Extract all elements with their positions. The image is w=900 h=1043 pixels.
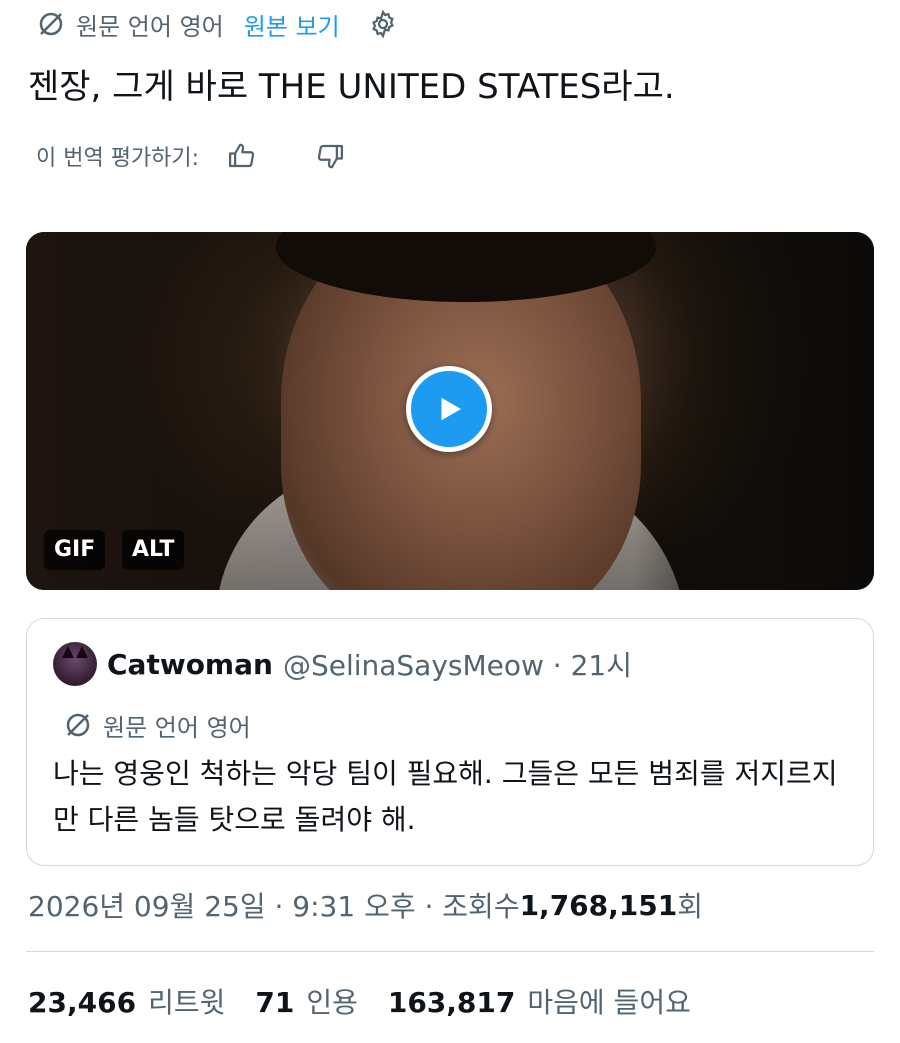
gear-icon[interactable]: [368, 9, 398, 39]
play-button[interactable]: [406, 366, 492, 452]
rate-translation-bar: 이 번역 평가하기:: [36, 134, 345, 178]
tweet-meta: 2026년 09월 25일 · 9:31 오후 · 조회수 1,768,151 …: [28, 880, 703, 930]
retweet-label: 리트윗: [148, 986, 226, 1019]
avatar[interactable]: [53, 642, 97, 686]
play-icon: [441, 397, 461, 421]
view-original-link[interactable]: 원본 보기: [244, 7, 340, 42]
alt-text-badge[interactable]: ALT: [122, 530, 185, 570]
rate-translation-label: 이 번역 평가하기:: [36, 146, 200, 171]
quoted-author-name[interactable]: Catwoman: [107, 648, 273, 681]
divider: [26, 951, 874, 952]
quoted-source-language-label: 원문 언어 영어: [103, 713, 251, 742]
translation-bar: 원문 언어 영어 원본 보기: [36, 4, 398, 44]
gif-media[interactable]: GIF ALT: [26, 232, 874, 590]
translate-globe-icon: [36, 9, 66, 39]
quote-label: 인용: [306, 986, 358, 1019]
media-shadow: [634, 232, 874, 590]
gif-badge: GIF: [44, 530, 106, 570]
like-count: 163,817: [387, 986, 516, 1019]
retweets-stat[interactable]: 23,466 리트윗: [28, 981, 225, 1021]
retweet-count: 23,466: [28, 986, 137, 1019]
quoted-author-handle-time: @SelinaSaysMeow · 21시: [282, 649, 632, 682]
like-label: 마음에 들어요: [527, 986, 691, 1019]
quote-count: 71: [255, 986, 295, 1019]
quoted-tweet-text: 나는 영웅인 척하는 악당 팀이 필요해. 그들은 모든 범죄를 저지르지만 다…: [53, 757, 838, 836]
thumbs-down-icon[interactable]: [315, 141, 345, 171]
tweet-stats: 23,466 리트윗 71 인용 163,817 마음에 들어요: [28, 976, 691, 1026]
view-count: 1,768,151: [519, 888, 678, 922]
tweet-text: 젠장, 그게 바로 THE UNITED STATES라고.: [28, 67, 675, 107]
translate-globe-icon: [63, 710, 93, 740]
thumbs-up-icon[interactable]: [227, 141, 257, 171]
tweet-date-time: 2026년 09월 25일 · 9:31 오후 · 조회수: [28, 890, 520, 923]
source-language-label: 원문 언어 영어: [76, 12, 224, 41]
tweet-detail-page: 원문 언어 영어 원본 보기 젠장, 그게 바로 THE UNITED STAT…: [0, 0, 900, 1043]
quoted-tweet-header: Catwoman @SelinaSaysMeow · 21시: [53, 641, 632, 687]
view-count-unit: 회: [677, 890, 703, 923]
quoted-translation-bar: 원문 언어 영어: [63, 707, 251, 743]
quotes-stat[interactable]: 71 인용: [255, 981, 358, 1021]
quoted-tweet[interactable]: Catwoman @SelinaSaysMeow · 21시 원문 언어 영어 …: [26, 618, 874, 866]
likes-stat[interactable]: 163,817 마음에 들어요: [388, 981, 691, 1021]
